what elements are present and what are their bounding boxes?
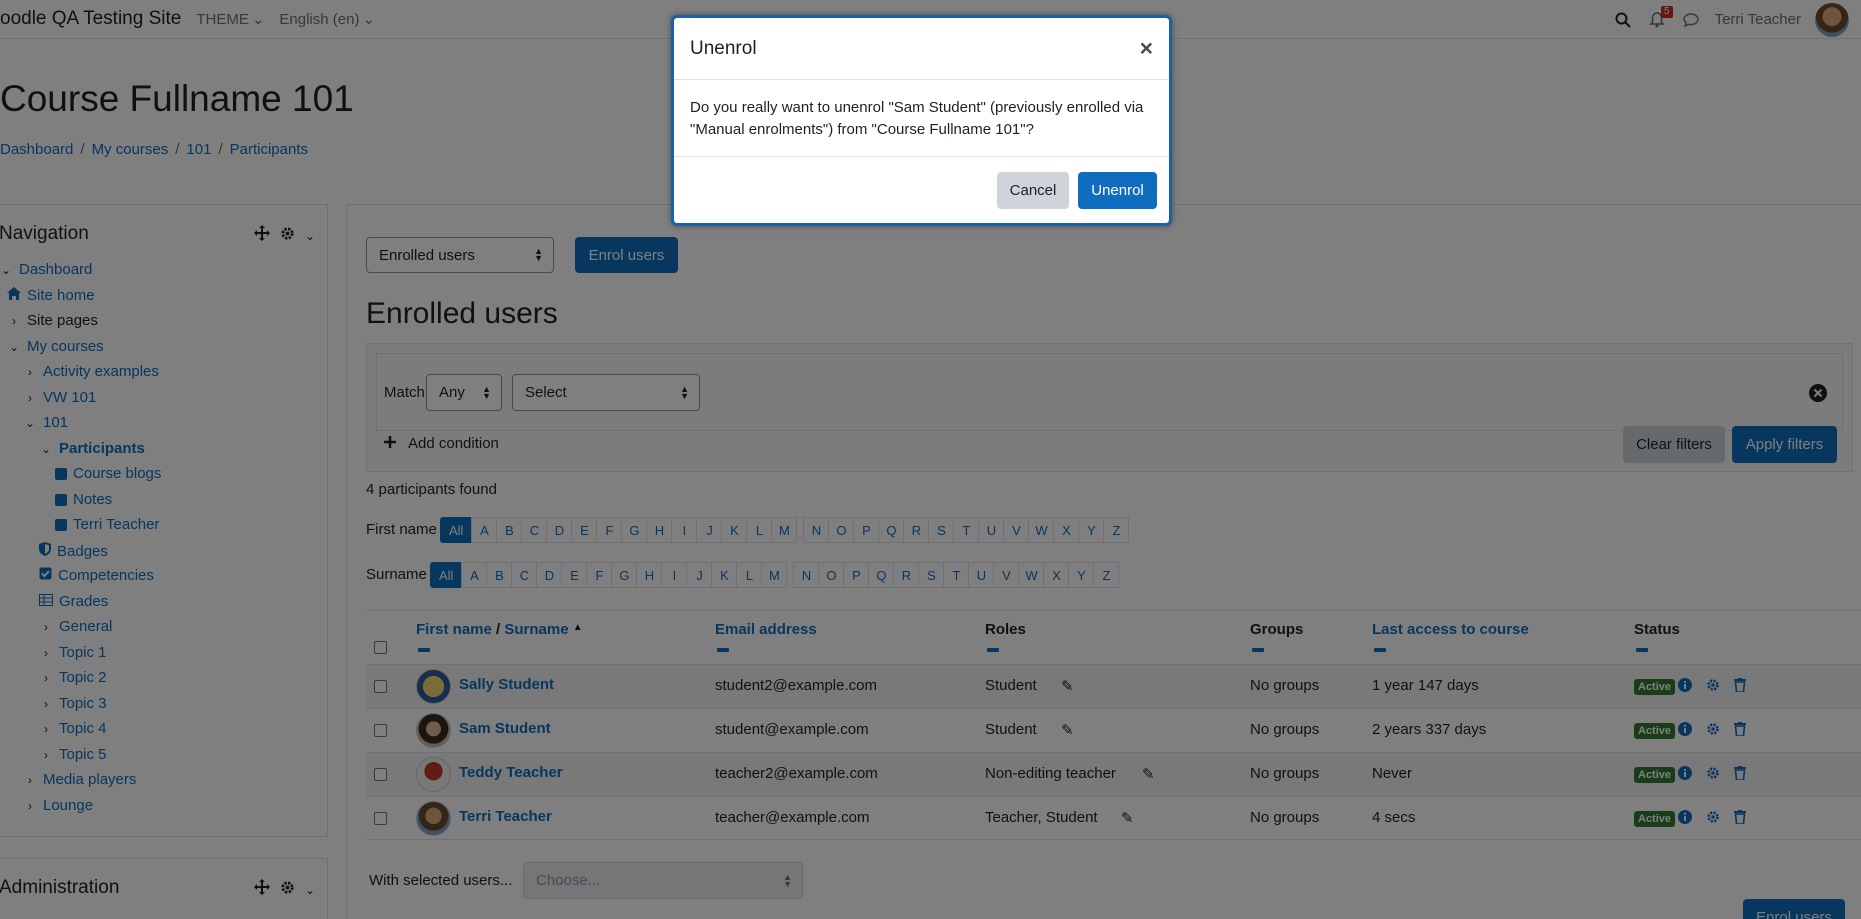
modal-header: Unenrol × xyxy=(674,18,1169,80)
modal-message: Do you really want to unenrol "Sam Stude… xyxy=(690,99,1144,138)
close-icon[interactable]: × xyxy=(1140,35,1153,62)
unenrol-dialog: Unenrol × Do you really want to unenrol … xyxy=(671,15,1172,226)
modal-footer: Cancel Unenrol xyxy=(674,156,1169,226)
cancel-button[interactable]: Cancel xyxy=(997,172,1069,209)
unenrol-confirm-button[interactable]: Unenrol xyxy=(1078,172,1157,209)
modal-title: Unenrol xyxy=(690,38,757,59)
